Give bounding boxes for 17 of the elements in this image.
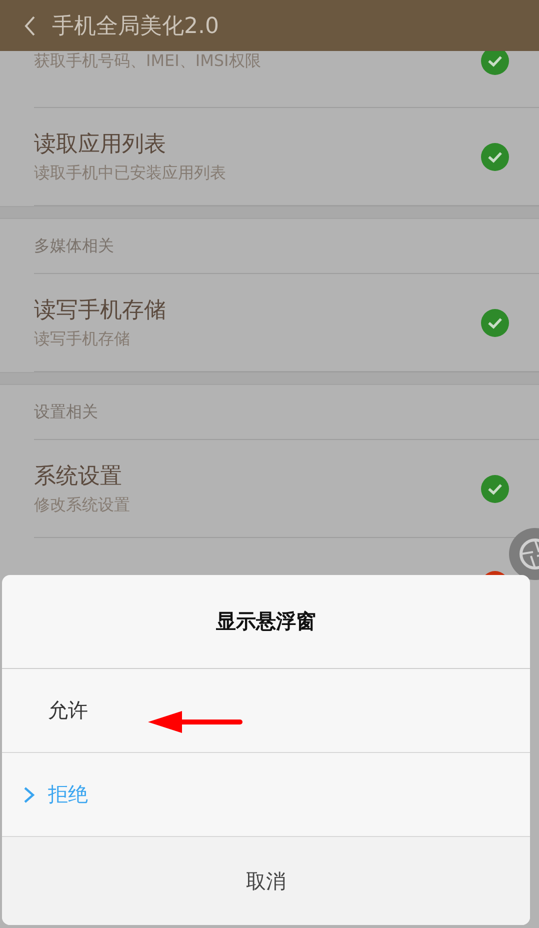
permission-title: 读取应用列表 — [34, 131, 167, 159]
check-icon[interactable] — [481, 474, 509, 502]
permission-subtitle: 获取手机号码、IMEI、IMSI权限 — [34, 51, 262, 72]
permission-subtitle: 读取手机中已安装应用列表 — [34, 163, 227, 184]
dialog-title: 显示悬浮窗 — [216, 608, 316, 635]
check-icon[interactable] — [481, 308, 509, 336]
section-heading: 设置相关 — [34, 402, 98, 422]
section-heading: 多媒体相关 — [34, 236, 114, 256]
permission-title: 读写手机存储 — [34, 297, 167, 325]
permission-title: 系统设置 — [34, 463, 123, 491]
page-title: 手机全局美化2.0 — [52, 12, 219, 40]
cancel-button[interactable]: 取消 — [2, 837, 530, 925]
back-icon[interactable] — [24, 16, 36, 36]
permission-subtitle: 修改系统设置 — [34, 495, 131, 516]
check-icon[interactable] — [481, 142, 509, 170]
chevron-icon — [22, 786, 36, 804]
permission-subtitle: 读写手机存储 — [34, 329, 131, 350]
